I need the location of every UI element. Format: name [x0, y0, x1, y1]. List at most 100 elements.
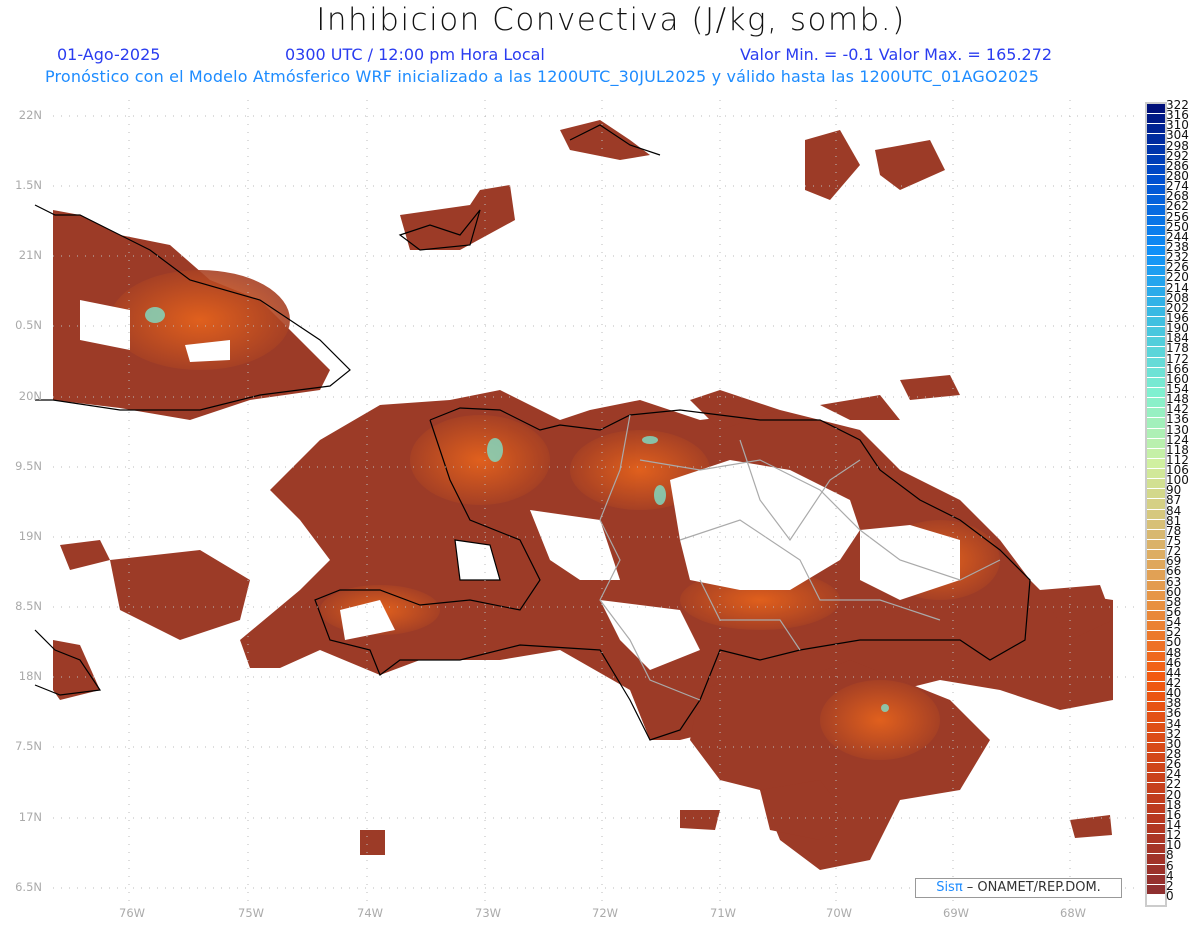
colorbar-swatch: [1147, 266, 1165, 277]
colorbar-swatch: [1147, 651, 1165, 662]
colorbar-swatch: [1147, 245, 1165, 257]
colorbar-swatch: [1147, 458, 1165, 470]
colorbar-swatch: [1147, 479, 1165, 490]
lon-label: 74W: [357, 906, 384, 920]
colorbar-swatch: [1147, 205, 1165, 216]
lon-label: 70W: [826, 906, 853, 920]
colorbar-swatch: [1147, 611, 1165, 622]
colorbar-swatch: [1147, 448, 1165, 459]
colorbar-swatch: [1147, 722, 1165, 733]
colorbar-swatch: [1147, 438, 1165, 449]
colorbar-swatch: [1147, 844, 1165, 855]
colorbar-swatch: [1147, 215, 1165, 226]
colorbar-swatch: [1147, 732, 1165, 743]
colorbar-swatch: [1147, 540, 1165, 551]
colorbar-swatch: [1147, 306, 1165, 317]
colorbar-swatch: [1147, 357, 1165, 368]
colorbar-swatch: [1147, 418, 1165, 429]
lon-label: 69W: [943, 906, 970, 920]
colorbar-swatch: [1147, 144, 1165, 155]
colorbar-swatch: [1147, 124, 1165, 135]
lat-label: 21N: [18, 248, 42, 262]
colorbar-swatch: [1147, 509, 1165, 520]
colorbar-swatch: [1147, 408, 1165, 419]
colorbar-swatch: [1147, 387, 1165, 399]
colorbar-swatch: [1147, 398, 1165, 409]
lat-label: 22N: [18, 108, 42, 122]
lat-label: 7.5N: [15, 739, 42, 753]
colorbar-swatch: [1147, 621, 1165, 632]
colorbar-swatch: [1147, 682, 1165, 693]
colorbar-swatch: [1147, 195, 1165, 206]
colorbar-swatch: [1147, 671, 1165, 683]
colorbar-swatch: [1147, 519, 1165, 530]
colorbar-swatch: [1147, 296, 1165, 307]
colorbar-swatch: [1147, 276, 1165, 287]
lat-label: 20N: [18, 389, 42, 403]
lat-label: 1.5N: [15, 178, 42, 192]
lat-label: 6.5N: [15, 880, 42, 894]
colorbar-swatch: [1147, 428, 1165, 439]
colorbar-swatch: [1147, 174, 1165, 186]
colorbar-swatch: [1147, 803, 1165, 814]
cin-map: [34, 100, 1135, 905]
colorbar-swatch: [1147, 499, 1165, 510]
colorbar-swatch: [1147, 661, 1165, 672]
colorbar-swatch: [1147, 377, 1165, 388]
colorbar-swatch: [1147, 185, 1165, 196]
colorbar-swatch: [1147, 104, 1165, 115]
colorbar-swatch: [1147, 337, 1165, 348]
lat-label: 19N: [18, 529, 42, 543]
colorbar-label: 0: [1166, 888, 1174, 903]
lon-label: 76W: [119, 906, 146, 920]
colorbar-swatch: [1147, 164, 1165, 175]
colorbar-swatch: [1147, 763, 1165, 774]
field-shading: [53, 120, 1113, 870]
colorbar-swatch: [1147, 854, 1165, 865]
colorbar-swatch: [1147, 813, 1165, 824]
colorbar-swatch: [1147, 692, 1165, 703]
lon-label: 68W: [1060, 906, 1087, 920]
colorbar-swatch: [1147, 469, 1165, 480]
lon-label: 75W: [238, 906, 265, 920]
colorbar-swatch: [1147, 134, 1165, 145]
colorbar-swatch: [1147, 580, 1165, 591]
colorbar-swatch: [1147, 894, 1165, 906]
colorbar-swatch: [1147, 641, 1165, 652]
colorbar-swatch: [1147, 489, 1165, 500]
colorbar-swatch: [1147, 823, 1165, 835]
colorbar-swatch: [1147, 600, 1165, 612]
colorbar-swatch: [1147, 773, 1165, 784]
colorbar-swatch: [1147, 225, 1165, 236]
lon-label: 71W: [710, 906, 737, 920]
colorbar-swatch: [1147, 793, 1165, 804]
lat-label: 0.5N: [15, 318, 42, 332]
colorbar-swatch: [1147, 316, 1165, 328]
colorbar-swatch: [1147, 347, 1165, 358]
colorbar-swatch: [1147, 154, 1165, 165]
colorbar-swatch: [1147, 783, 1165, 794]
colorbar-swatch: [1147, 235, 1165, 246]
lat-label: 9.5N: [15, 459, 42, 473]
colorbar-swatch: [1147, 753, 1165, 764]
colorbar-swatch: [1147, 631, 1165, 642]
colorbar: [1145, 102, 1167, 908]
logo-brand: Sisπ: [936, 880, 963, 895]
logo-text: – ONAMET/REP.DOM.: [962, 880, 1101, 895]
colorbar-swatch: [1147, 286, 1165, 297]
lat-label: 8.5N: [15, 599, 42, 613]
onamet-logo: Sisπ – ONAMET/REP.DOM.: [915, 878, 1122, 898]
lat-label: 17N: [18, 810, 42, 824]
colorbar-swatch: [1147, 114, 1165, 125]
colorbar-swatch: [1147, 834, 1165, 845]
lon-label: 72W: [592, 906, 619, 920]
lon-label: 73W: [475, 906, 502, 920]
colorbar-labels: 322 316 310 304 298 292 286 280 274 268 262 256 250 2…: [1166, 99, 1189, 903]
colorbar-swatch: [1147, 529, 1165, 541]
colorbar-swatch: [1147, 367, 1165, 378]
colorbar-swatch: [1147, 327, 1165, 338]
lat-label: 18N: [18, 669, 42, 683]
colorbar-swatch: [1147, 570, 1165, 581]
colorbar-swatch: [1147, 874, 1165, 885]
colorbar-swatch: [1147, 742, 1165, 753]
